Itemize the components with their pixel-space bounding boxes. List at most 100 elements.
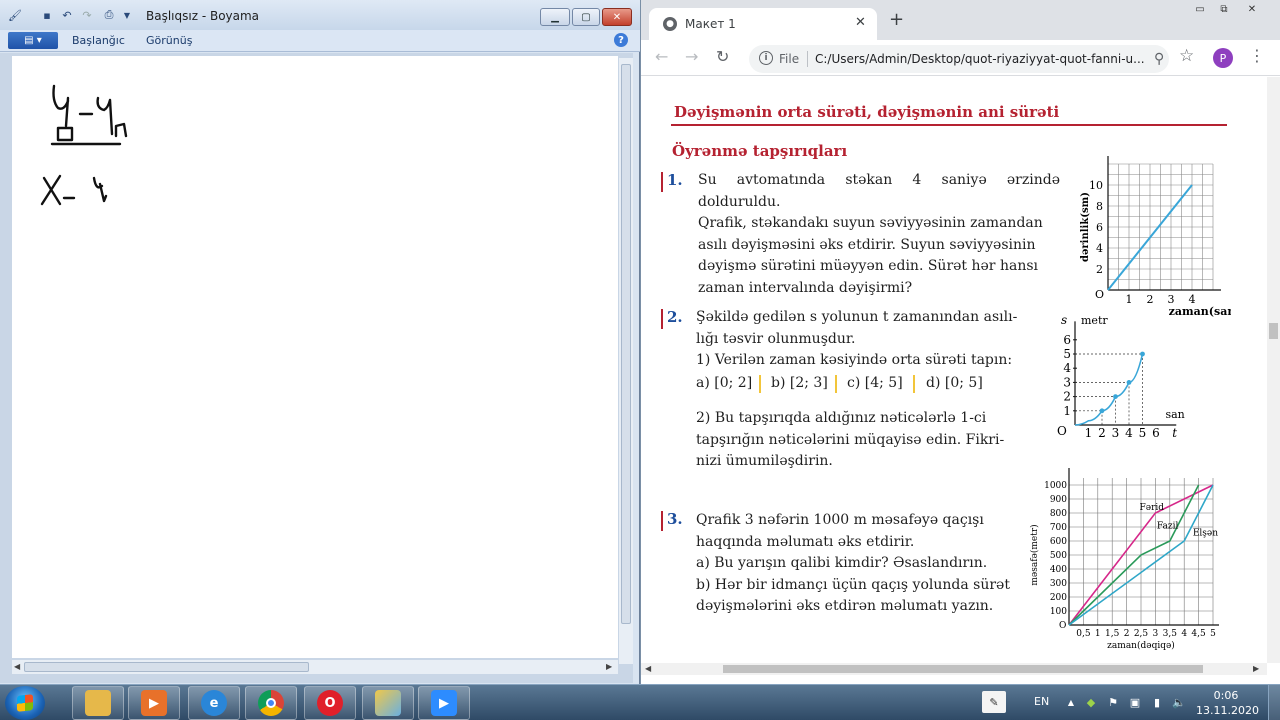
- chrome-close-button[interactable]: ✕: [1239, 0, 1265, 18]
- q3-marker: [661, 511, 663, 531]
- tab-close-icon[interactable]: ✕: [855, 15, 866, 30]
- taskbar-paint[interactable]: [362, 686, 414, 720]
- q3-line: dəyişmələrini əks etdirən məlumatı yazın…: [696, 598, 994, 614]
- document-page: Dəyişmənin orta sürəti, dəyişmənin ani s…: [641, 77, 1267, 663]
- y-axis-letter: s: [1061, 313, 1067, 327]
- scroll-left-icon[interactable]: ◀: [14, 662, 20, 671]
- q2-line: nizi ümumiləşdirin.: [696, 453, 833, 469]
- scroll-thumb-horizontal[interactable]: [24, 662, 309, 672]
- paint-app-icon[interactable]: 🖌: [8, 8, 22, 22]
- data-point: [1113, 394, 1118, 399]
- taskbar-explorer[interactable]: [72, 686, 124, 720]
- x-tick-label: 4: [1125, 426, 1133, 440]
- series-label: Fərid: [1140, 503, 1165, 513]
- origin-label: O: [1095, 288, 1104, 301]
- q2-line: tapşırığın nəticələrini müqayisə edin. F…: [696, 431, 1005, 448]
- interval-b: b) [2; 3]: [771, 375, 828, 391]
- x-tick-label: 2,5: [1134, 629, 1149, 639]
- url-text[interactable]: C:/Users/Admin/Desktop/quot-riyaziyyat-q…: [815, 52, 1145, 66]
- taskbar-media-player[interactable]: ▶: [128, 686, 180, 720]
- chrome-restore-button[interactable]: ⧉: [1211, 0, 1237, 18]
- info-icon[interactable]: i: [759, 51, 773, 65]
- start-button[interactable]: [5, 686, 45, 720]
- maximize-button[interactable]: ▢: [572, 8, 600, 26]
- q1-number: 1.: [667, 171, 683, 189]
- scroll-right-icon[interactable]: ▶: [1253, 664, 1259, 673]
- y-tick-label: 200: [1050, 593, 1067, 603]
- interval-separator: [835, 375, 837, 393]
- y-tick-label: 800: [1050, 509, 1067, 519]
- folder-icon: [85, 690, 111, 716]
- y-tick-label: 3: [1063, 375, 1071, 389]
- drawing-canvas[interactable]: [12, 56, 618, 658]
- media-player-icon: ▶: [141, 690, 167, 716]
- taskbar-chrome[interactable]: [245, 686, 297, 720]
- browser-toolbar: ← → ↻ i File C:/Users/Admin/Desktop/quot…: [641, 40, 1280, 76]
- x-tick-label: 1: [1085, 426, 1093, 440]
- tray-green-icon[interactable]: ◆: [1084, 695, 1098, 709]
- scroll-right-icon[interactable]: ▶: [606, 662, 612, 671]
- address-bar[interactable]: i File C:/Users/Admin/Desktop/quot-riyaz…: [749, 45, 1169, 73]
- y-tick-label: 1: [1063, 404, 1071, 418]
- scroll-thumb[interactable]: [621, 64, 631, 624]
- language-indicator[interactable]: EN: [1034, 695, 1049, 708]
- network-icon[interactable]: ▮: [1150, 695, 1164, 709]
- tray-device-icon[interactable]: ▣: [1128, 695, 1142, 709]
- x-tick-label: 0,5: [1076, 629, 1091, 639]
- profile-avatar[interactable]: P: [1213, 48, 1233, 68]
- taskbar-zoom[interactable]: ▶: [418, 686, 470, 720]
- interval-a: a) [0; 2]: [696, 375, 753, 391]
- y-axis-label: məsafə(metr): [1029, 524, 1040, 585]
- print-icon[interactable]: ⎙: [102, 8, 116, 22]
- y-tick-label: 300: [1050, 579, 1067, 589]
- clock[interactable]: 0:06 13.11.2020: [1196, 688, 1259, 718]
- new-tab-icon[interactable]: +: [889, 11, 904, 29]
- volume-icon[interactable]: 🔈: [1172, 695, 1186, 709]
- undo-icon[interactable]: ↶: [60, 8, 74, 22]
- back-icon[interactable]: ←: [655, 48, 668, 66]
- y-tick-label: 1000: [1044, 481, 1067, 491]
- tray-expand-icon[interactable]: ▲: [1064, 695, 1078, 709]
- tab-view[interactable]: Görünüş: [146, 34, 192, 47]
- redo-icon[interactable]: ↷: [80, 8, 94, 22]
- paint-window: 🖌 ▪ ↶ ↷ ⎙ ▼ Başlıqsız - Boyama ▁ ▢ ✕ ▤ ▾…: [0, 0, 640, 684]
- scroll-left-icon[interactable]: ◀: [645, 664, 651, 673]
- document-vertical-scrollbar[interactable]: [1267, 77, 1280, 663]
- quick-access-dropdown-icon[interactable]: ▼: [120, 8, 134, 22]
- help-icon[interactable]: ?: [614, 33, 628, 47]
- browser-tab[interactable]: ● Макет 1 ✕: [649, 8, 877, 40]
- q3-line: Qrafik 3 nəfərin 1000 m məsafəyə qaçışı: [696, 512, 984, 528]
- scroll-thumb-horizontal[interactable]: [723, 665, 1203, 673]
- data-point: [1140, 351, 1145, 357]
- tab-strip: ● Макет 1 ✕ + ▭ ⧉ ✕: [641, 0, 1280, 40]
- clock-time: 0:06: [1213, 689, 1239, 702]
- tray-flag-icon[interactable]: ⚑: [1106, 695, 1120, 709]
- document-horizontal-scrollbar[interactable]: ◀ ▶: [641, 663, 1267, 675]
- taskbar-ie[interactable]: e: [188, 686, 240, 720]
- x-tick-label: 1: [1095, 629, 1101, 639]
- pen-tool-icon[interactable]: ✎: [982, 691, 1006, 713]
- minimize-button[interactable]: ▁: [540, 8, 570, 26]
- horizontal-scrollbar[interactable]: ◀ ▶: [12, 660, 618, 674]
- taskbar-opera[interactable]: O: [304, 686, 356, 720]
- close-button[interactable]: ✕: [602, 8, 632, 26]
- forward-icon[interactable]: →: [685, 48, 698, 66]
- bookmark-star-icon[interactable]: ☆: [1179, 46, 1194, 66]
- chrome-minimize-button[interactable]: ▭: [1187, 0, 1213, 18]
- y-tick-label: 5: [1063, 347, 1071, 361]
- q3-line: a) Bu yarışın qalibi kimdir? Əsaslandırı…: [696, 555, 988, 571]
- save-icon[interactable]: ▪: [40, 8, 54, 22]
- x-tick-label: 1,5: [1105, 629, 1120, 639]
- vertical-scrollbar[interactable]: [619, 58, 633, 664]
- show-desktop-button[interactable]: [1268, 685, 1280, 720]
- series-curve: [1074, 353, 1144, 426]
- kebab-menu-icon[interactable]: ⋮: [1249, 48, 1265, 64]
- reload-icon[interactable]: ↻: [716, 48, 729, 66]
- tab-home[interactable]: Başlanğıc: [72, 34, 125, 47]
- zoom-icon[interactable]: ⚲: [1154, 51, 1164, 67]
- q1-line: asılı dəyişməsini əks etdirir. Suyun səv…: [698, 236, 1036, 253]
- file-menu-button[interactable]: ▤ ▾: [8, 32, 58, 49]
- x-tick-label: 2: [1098, 426, 1106, 440]
- x-tick-label: 1: [1126, 293, 1133, 306]
- scroll-thumb[interactable]: [1269, 323, 1278, 339]
